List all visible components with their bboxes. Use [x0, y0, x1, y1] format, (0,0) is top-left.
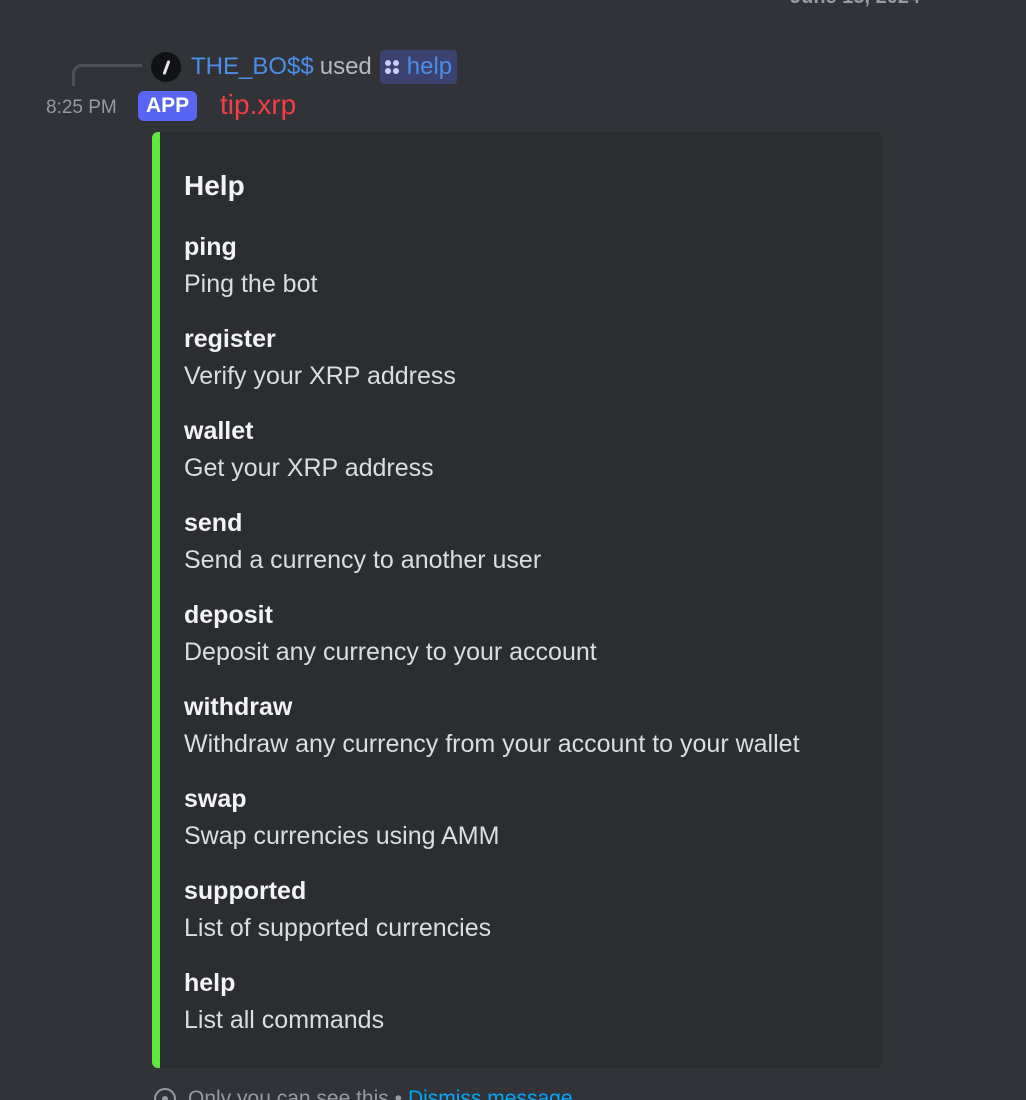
field-name: send [184, 509, 243, 537]
embed-field: swap Swap currencies using AMM [184, 782, 858, 856]
field-value: Send a currency to another user [184, 546, 542, 574]
field-name: wallet [184, 417, 254, 445]
ephemeral-notice: Only you can see this • Dismiss message [154, 1084, 573, 1100]
field-name: ping [184, 233, 237, 261]
app-badge: APP [138, 91, 198, 121]
ephemeral-text: Only you can see this • [188, 1087, 402, 1100]
used-label: used [319, 53, 372, 80]
field-name: deposit [184, 601, 273, 629]
command-mention[interactable]: help [379, 50, 458, 84]
embed-field: wallet Get your XRP address [184, 414, 858, 488]
field-value: Swap currencies using AMM [184, 822, 500, 850]
field-value: Get your XRP address [184, 454, 434, 482]
embed-field: send Send a currency to another user [184, 506, 858, 580]
field-value: Verify your XRP address [184, 362, 456, 390]
embed-fields: ping Ping the bot register Verify your XRP … [184, 230, 858, 1040]
bot-username[interactable]: tip.xrp [220, 89, 296, 121]
field-value: Withdraw any currency from your account … [184, 730, 800, 758]
embed-field: help List all commands [184, 966, 858, 1040]
command-name: help [406, 53, 453, 80]
slash-command-icon [151, 52, 181, 82]
embed-title: Help [184, 170, 245, 201]
field-name: withdraw [184, 693, 293, 721]
embed-field: deposit Deposit any currency to your acco… [184, 598, 858, 672]
embed-field: register Verify your XRP address [184, 322, 858, 396]
chat-message-area: June 13, 2024 THE_BO$$ used help 8:25 PM… [0, 0, 1026, 1100]
date-divider: June 13, 2024 [790, 0, 920, 9]
invoker-username[interactable]: THE_BO$$ [191, 53, 314, 81]
dismiss-message-link[interactable]: Dismiss message [408, 1087, 573, 1100]
eye-icon [154, 1088, 176, 1100]
embed-field: ping Ping the bot [184, 230, 858, 304]
field-name: supported [184, 877, 307, 905]
embed-field: withdraw Withdraw any currency from your … [184, 690, 858, 764]
field-value: Ping the bot [184, 270, 318, 298]
message-timestamp[interactable]: 8:25 PM [46, 97, 117, 119]
field-name: register [184, 325, 276, 353]
help-embed: Help ping Ping the bot register Verify your… [152, 132, 882, 1068]
field-value: Deposit any currency to your account [184, 638, 597, 666]
reply-connector [72, 64, 142, 86]
command-usage-line: THE_BO$$ used help [151, 50, 458, 84]
field-name: help [184, 969, 236, 997]
field-value: List all commands [184, 1006, 385, 1034]
embed-field: supported List of supported currencies [184, 874, 858, 948]
field-name: swap [184, 785, 247, 813]
app-command-icon [384, 60, 399, 74]
field-value: List of supported currencies [184, 914, 492, 942]
